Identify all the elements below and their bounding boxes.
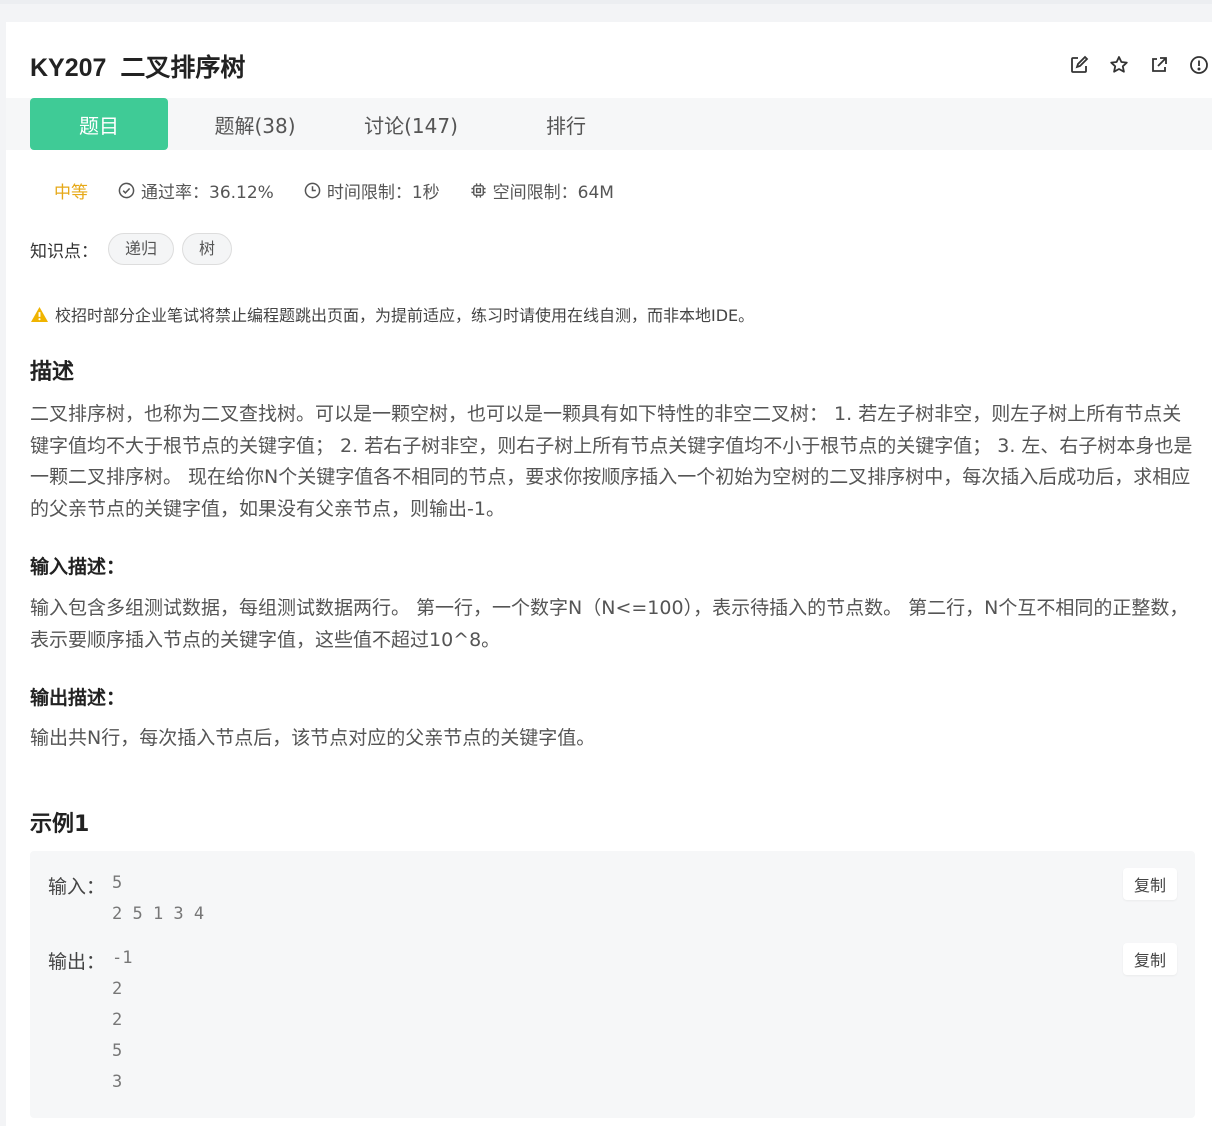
example-output-label: 输出： [48, 951, 106, 973]
example-output-lines: -1 2 2 5 3 [112, 948, 133, 1092]
alert-circle-icon [1190, 56, 1208, 74]
input-desc-heading: 输入描述： [30, 556, 126, 578]
output-desc-heading: 输出描述： [30, 687, 126, 709]
space-limit: 空间限制：64M [470, 178, 614, 203]
chip-icon [471, 183, 486, 198]
star-icon [1110, 56, 1128, 73]
example-box: 输入： 5 2 5 1 3 4 复制 输出： -1 2 2 5 3 复制 [30, 851, 1195, 1118]
tab-bar: 题目 题解(38) 讨论(147) 排行 [6, 98, 1212, 150]
warning-icon [31, 306, 48, 322]
time-limit-text: 时间限制：1秒 [326, 183, 440, 203]
problem-title: 二叉排序树 [120, 54, 246, 82]
open-external-button[interactable] [1148, 54, 1170, 76]
toolbar [1068, 54, 1210, 76]
check-circle-icon [118, 182, 135, 199]
edit-icon [1071, 55, 1089, 73]
difficulty-label: 中等 [54, 183, 88, 203]
time-limit: 时间限制：1秒 [304, 178, 440, 203]
description-heading: 描述 [30, 360, 75, 385]
knowledge-label: 知识点： [30, 241, 98, 262]
edit-button[interactable] [1068, 54, 1090, 76]
tab-discussion[interactable]: 讨论(147) [346, 98, 476, 150]
description-text: 二叉排序树，也称为二叉查找树。可以是一颗空树，也可以是一颗具有如下特性的非空二叉… [30, 403, 1193, 520]
tag-recursion[interactable]: 递归 [108, 233, 175, 265]
problem-page: KY207 二叉排序树 题目 题解(38) 讨论(147) 排行 中等 通过率：… [6, 22, 1212, 1126]
tag-tree[interactable]: 树 [182, 233, 233, 265]
pass-rate-text: 通过率：36.12% [141, 183, 274, 203]
tab-solutions[interactable]: 题解(38) [196, 98, 314, 150]
input-desc-text: 输入包含多组测试数据，每组测试数据两行。 第一行，一个数字N（N<=100），表… [30, 597, 1189, 651]
favorite-button[interactable] [1108, 54, 1130, 76]
problem-meta: 中等 通过率：36.12% 时间限制：1秒 空间限制：64M [30, 178, 644, 203]
space-limit-text: 空间限制：64M [492, 183, 614, 203]
warning-notice: 校招时部分企业笔试将禁止编程题跳出页面，为提前适应，练习时请使用在线自测，而非本… [30, 302, 754, 326]
output-desc-text: 输出共N行，每次插入节点后，该节点对应的父亲节点的关键字值。 [30, 727, 596, 749]
report-button[interactable] [1188, 54, 1210, 76]
knowledge-points: 知识点： 递归 树 [30, 233, 233, 265]
copy-output-button[interactable]: 复制 [1123, 943, 1177, 975]
example-input-label: 输入： [48, 876, 106, 898]
page-title: KY207 二叉排序树 [30, 48, 245, 84]
problem-id: KY207 [30, 54, 107, 82]
warning-text: 校招时部分企业笔试将禁止编程题跳出页面，为提前适应，练习时请使用在线自测，而非本… [55, 306, 755, 325]
example-heading: 示例1 [30, 812, 90, 837]
clock-icon [304, 182, 321, 199]
example-input-lines: 5 2 5 1 3 4 [112, 873, 205, 924]
tab-ranking[interactable]: 排行 [516, 98, 616, 150]
top-strip [0, 0, 1212, 4]
external-link-icon [1152, 57, 1167, 72]
pass-rate: 通过率：36.12% [118, 178, 274, 203]
copy-input-button[interactable]: 复制 [1123, 868, 1177, 900]
tab-problem[interactable]: 题目 [30, 98, 168, 150]
